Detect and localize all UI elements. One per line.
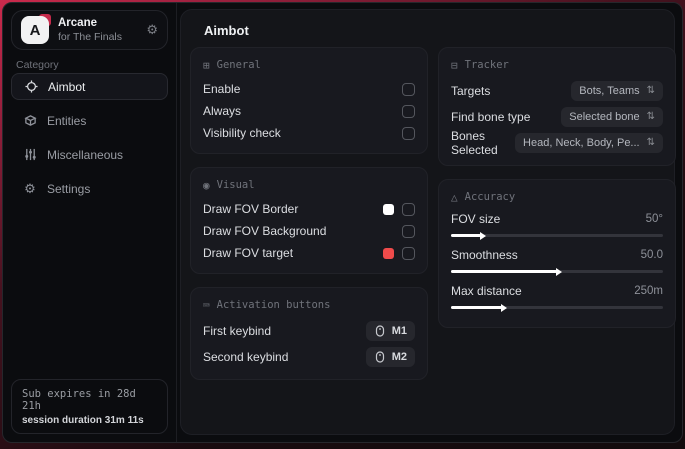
slider-fill bbox=[451, 234, 481, 237]
slider-fill bbox=[451, 270, 557, 273]
card-title-tracker: Tracker bbox=[464, 59, 509, 71]
targets-dropdown[interactable]: Bots, Teams ⇅ bbox=[571, 81, 663, 101]
category-label: Category bbox=[16, 59, 59, 71]
page-title: Aimbot bbox=[204, 23, 249, 38]
fov-background-checkbox[interactable] bbox=[402, 224, 415, 238]
mouse-icon bbox=[375, 351, 384, 363]
setting-row-always: Always bbox=[203, 100, 415, 122]
fov-border-checkbox[interactable] bbox=[402, 202, 415, 216]
sidebar-item-label: Aimbot bbox=[48, 79, 86, 94]
session-duration-text: session duration 31m 11s bbox=[22, 415, 144, 426]
setting-row-targets: Targets Bots, Teams ⇅ bbox=[451, 78, 663, 104]
card-title-activation: Activation buttons bbox=[216, 299, 331, 311]
setting-row-first-keybind: First keybind M1 bbox=[203, 318, 415, 344]
fov-size-setting: FOV size 50° bbox=[451, 210, 663, 237]
keyboard-icon: ⌨ bbox=[203, 298, 210, 312]
setting-row-visibility-check: Visibility check bbox=[203, 122, 415, 144]
visual-card: ◉ Visual Draw FOV Border Draw FOV Backgr… bbox=[190, 167, 428, 274]
gear-icon: ⚙ bbox=[24, 181, 36, 196]
max-distance-slider[interactable] bbox=[451, 306, 663, 309]
main-panel: Aimbot ⊞ General Enable Always Visibilit… bbox=[180, 9, 676, 435]
sub-expiry-text: Sub expires in 28d 21h bbox=[22, 388, 136, 412]
smoothness-value: 50.0 bbox=[640, 248, 663, 261]
tracker-icon: ⊟ bbox=[451, 58, 458, 72]
max-distance-value: 250m bbox=[634, 284, 663, 297]
entities-icon bbox=[23, 114, 37, 128]
crosshair-icon bbox=[24, 80, 38, 94]
fov-target-checkbox[interactable] bbox=[402, 246, 415, 260]
sidebar-item-label: Settings bbox=[47, 181, 91, 196]
activation-card: ⌨ Activation buttons First keybind M1 Se… bbox=[190, 287, 428, 380]
sliders-icon bbox=[23, 148, 37, 162]
fov-target-color-swatch[interactable] bbox=[383, 247, 394, 259]
sidebar-nav: Aimbot Entities Miscellaneous ⚙ Settings bbox=[11, 73, 168, 209]
general-icon: ⊞ bbox=[203, 58, 210, 72]
sidebar-item-miscellaneous[interactable]: Miscellaneous bbox=[11, 141, 168, 168]
card-title-accuracy: Accuracy bbox=[464, 191, 516, 203]
card-title-visual: Visual bbox=[216, 179, 255, 191]
second-keybind-button[interactable]: M2 bbox=[365, 347, 415, 367]
column-left: ⊞ General Enable Always Visibility check bbox=[190, 47, 428, 393]
chevron-updown-icon: ⇅ bbox=[646, 137, 655, 148]
sidebar-item-settings[interactable]: ⚙ Settings bbox=[11, 175, 168, 202]
general-card: ⊞ General Enable Always Visibility check bbox=[190, 47, 428, 154]
accuracy-card: △ Accuracy FOV size 50° Smoothness 50.0 … bbox=[438, 179, 676, 328]
setting-row-fov-background: Draw FOV Background bbox=[203, 220, 415, 242]
visibility-check-checkbox[interactable] bbox=[402, 126, 415, 140]
accuracy-icon: △ bbox=[451, 190, 458, 204]
first-keybind-button[interactable]: M1 bbox=[365, 321, 415, 341]
setting-row-enable: Enable bbox=[203, 78, 415, 100]
max-distance-setting: Max distance 250m bbox=[451, 282, 663, 309]
setting-row-find-bone-type: Find bone type Selected bone ⇅ bbox=[451, 104, 663, 130]
visual-icon: ◉ bbox=[203, 178, 210, 192]
fov-size-slider[interactable] bbox=[451, 234, 663, 237]
setting-row-second-keybind: Second keybind M2 bbox=[203, 344, 415, 370]
subscription-info: Sub expires in 28d 21h session duration … bbox=[11, 379, 168, 434]
tracker-card: ⊟ Tracker Targets Bots, Teams ⇅ Find bon… bbox=[438, 47, 676, 166]
fov-border-color-swatch[interactable] bbox=[383, 203, 394, 215]
chevron-updown-icon: ⇅ bbox=[646, 85, 655, 96]
sidebar-item-entities[interactable]: Entities bbox=[11, 107, 168, 134]
setting-row-fov-target: Draw FOV target bbox=[203, 242, 415, 264]
app-header: A Arcane for The Finals ⚙ bbox=[11, 10, 168, 50]
fov-size-value: 50° bbox=[645, 212, 663, 225]
app-logo: A bbox=[21, 14, 51, 44]
smoothness-setting: Smoothness 50.0 bbox=[451, 246, 663, 273]
app-subtitle: for The Finals bbox=[58, 30, 122, 43]
chevron-updown-icon: ⇅ bbox=[646, 111, 655, 122]
sidebar: A Arcane for The Finals ⚙ Category Aimbo… bbox=[3, 3, 177, 442]
find-bone-type-dropdown[interactable]: Selected bone ⇅ bbox=[561, 107, 663, 127]
setting-row-bones-selected: Bones Selected Head, Neck, Body, Pe... ⇅ bbox=[451, 129, 663, 157]
app-window: A Arcane for The Finals ⚙ Category Aimbo… bbox=[2, 2, 683, 443]
enable-checkbox[interactable] bbox=[402, 82, 415, 96]
sidebar-item-label: Entities bbox=[47, 113, 87, 128]
logo-letter: A bbox=[21, 16, 49, 44]
app-titles: Arcane for The Finals bbox=[58, 16, 122, 44]
settings-gear-icon[interactable]: ⚙ bbox=[146, 22, 158, 38]
mouse-icon bbox=[375, 325, 384, 337]
column-right: ⊟ Tracker Targets Bots, Teams ⇅ Find bon… bbox=[438, 47, 676, 341]
sidebar-item-label: Miscellaneous bbox=[47, 147, 124, 162]
bones-selected-dropdown[interactable]: Head, Neck, Body, Pe... ⇅ bbox=[515, 133, 663, 153]
setting-row-fov-border: Draw FOV Border bbox=[203, 198, 415, 220]
app-name: Arcane bbox=[58, 17, 97, 30]
card-title-general: General bbox=[216, 59, 261, 71]
slider-fill bbox=[451, 306, 502, 309]
sidebar-item-aimbot[interactable]: Aimbot bbox=[11, 73, 168, 100]
smoothness-slider[interactable] bbox=[451, 270, 663, 273]
always-checkbox[interactable] bbox=[402, 104, 415, 118]
